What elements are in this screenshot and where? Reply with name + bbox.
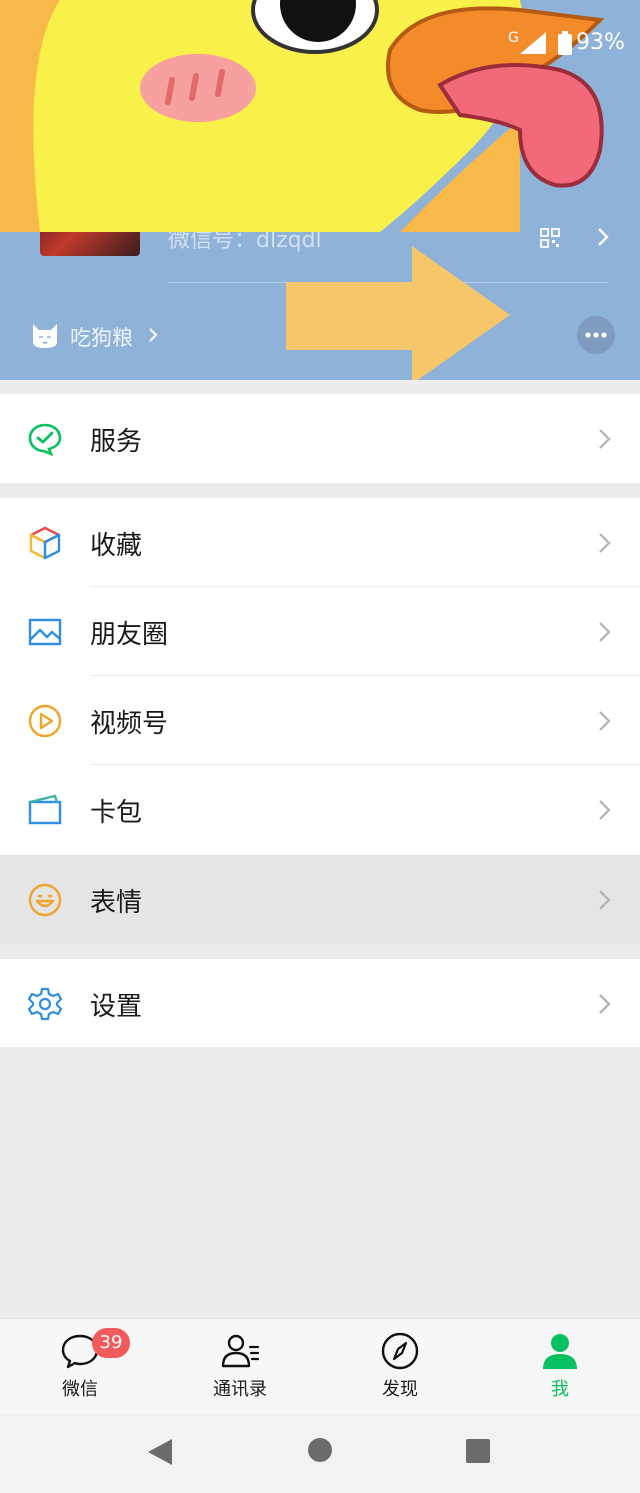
tab-contacts[interactable]: 通讯录 <box>185 1319 295 1415</box>
menu-item-moments[interactable]: 朋友圈 <box>0 587 640 676</box>
tab-label-contacts: 通讯录 <box>213 1379 267 1400</box>
menu-group-main: 收藏 朋友圈 视频号 卡包 表情 <box>0 498 640 944</box>
home-icon[interactable] <box>307 1437 333 1463</box>
more-button[interactable] <box>577 316 615 354</box>
menu-group-settings: 设置 <box>0 959 640 1047</box>
menu-item-settings[interactable]: 设置 <box>0 959 640 1048</box>
battery-icon <box>558 31 572 55</box>
chevron-right-icon <box>599 890 611 910</box>
unread-badge: 39 <box>92 1328 130 1358</box>
wechat-pay-icon <box>28 423 62 457</box>
smiley-icon <box>28 883 62 917</box>
gear-icon <box>27 987 63 1021</box>
menu-label-stickers: 表情 <box>90 888 143 918</box>
person-icon <box>543 1334 577 1369</box>
menu-item-stickers[interactable]: 表情 <box>0 855 640 944</box>
tab-label-chats: 微信 <box>62 1379 98 1400</box>
network-type: G <box>508 30 519 46</box>
menu-label-channels: 视频号 <box>90 709 169 739</box>
tab-label-me: 我 <box>551 1379 569 1400</box>
compass-icon <box>381 1332 419 1370</box>
landscape-icon <box>28 618 62 646</box>
menu-item-channels[interactable]: 视频号 <box>0 676 640 765</box>
chevron-right-icon <box>599 429 611 449</box>
cube-icon <box>29 526 61 560</box>
chevron-right-icon <box>599 800 611 820</box>
tab-discover[interactable]: 发现 <box>345 1319 455 1415</box>
menu-label-service: 服务 <box>90 427 143 457</box>
back-icon[interactable] <box>146 1437 174 1467</box>
menu-label-favorites: 收藏 <box>90 531 143 561</box>
chevron-right-icon <box>599 622 611 642</box>
status-chevron-icon <box>149 328 158 342</box>
tab-me[interactable]: 我 <box>505 1319 615 1415</box>
wallet-icon <box>28 794 62 825</box>
system-nav-bar <box>0 1414 640 1493</box>
tab-label-discover: 发现 <box>382 1379 418 1400</box>
menu-label-settings: 设置 <box>90 992 143 1022</box>
profile-header: 微信号：dlzqdl 吃狗粮 G 93% <box>0 0 640 380</box>
cat-face-icon[interactable] <box>30 320 60 350</box>
chevron-right-icon <box>599 711 611 731</box>
contacts-icon <box>221 1334 260 1368</box>
menu-group-service: 服务 <box>0 394 640 483</box>
status-text[interactable]: 吃狗粮 <box>70 322 133 352</box>
recents-icon[interactable] <box>465 1438 491 1464</box>
arrow-overlay-icon <box>286 246 510 380</box>
battery-percent: 93% <box>576 30 625 55</box>
menu-item-cards[interactable]: 卡包 <box>0 765 640 854</box>
menu-label-cards: 卡包 <box>90 798 143 828</box>
signal-icon <box>520 32 546 54</box>
play-icon <box>28 704 62 738</box>
chevron-right-icon <box>599 994 611 1014</box>
menu-item-favorites[interactable]: 收藏 <box>0 498 640 587</box>
menu-label-moments: 朋友圈 <box>90 620 169 650</box>
menu-item-service[interactable]: 服务 <box>0 394 640 483</box>
chevron-right-icon <box>599 533 611 553</box>
more-dots-icon <box>585 332 607 338</box>
